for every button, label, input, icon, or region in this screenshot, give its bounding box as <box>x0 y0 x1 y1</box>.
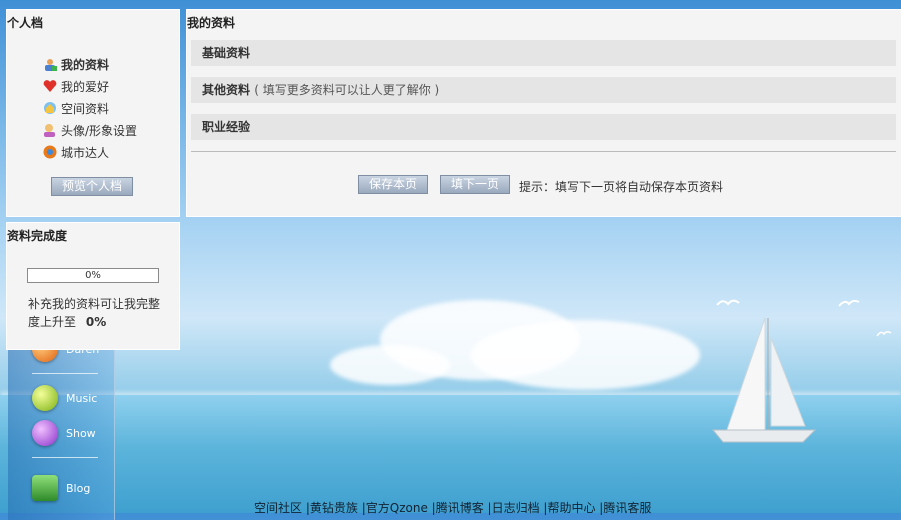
profile-menu: 我的资料 我的爱好 空间资料 头像/形象设置 城市达人 <box>43 53 137 163</box>
menu-item-my-hobbies[interactable]: 我的爱好 <box>43 75 137 97</box>
menu-item-avatar-settings[interactable]: 头像/形象设置 <box>43 119 137 141</box>
section-note: ( 填写更多资料可以让人更了解你 ) <box>254 83 440 97</box>
cloud <box>330 345 450 385</box>
seagull-icon <box>876 330 892 337</box>
music-icon <box>32 385 58 411</box>
dock-item-label: Show <box>66 426 96 440</box>
completion-percent: 0% <box>85 270 101 281</box>
dock-item-label: Blog <box>66 481 91 495</box>
save-hint: 提示：填写下一页将自动保存本页资料 <box>519 180 724 194</box>
profile-completion-panel: 资料完成度 0% 补充我的资料可让我完整度上升至 0% <box>6 222 180 350</box>
profile-panel-title: 个人档 <box>7 16 44 30</box>
menu-item-label: 城市达人 <box>61 145 110 160</box>
preview-profile-button[interactable]: 预览个人档 <box>51 177 133 196</box>
menu-item-label: 我的资料 <box>61 57 110 72</box>
menu-item-label: 头像/形象设置 <box>61 123 138 138</box>
space-icon <box>43 101 57 115</box>
user-profile-icon <box>43 57 57 71</box>
section-label: 其他资料 <box>202 83 251 97</box>
section-career[interactable]: 职业经验 <box>191 114 896 140</box>
cloud <box>470 320 700 390</box>
section-label: 基础资料 <box>202 46 251 60</box>
completion-description: 补充我的资料可让我完整度上升至 0% <box>28 295 168 331</box>
divider <box>191 151 896 152</box>
dock-item-label: Music <box>66 391 98 405</box>
menu-item-label: 我的爱好 <box>61 79 110 94</box>
city-icon <box>43 145 57 159</box>
app-dock: Daren Music Show Blog <box>8 330 115 520</box>
completion-title: 资料完成度 <box>7 229 68 243</box>
menu-item-label: 空间资料 <box>61 101 110 116</box>
my-profile-panel: 我的资料 基础资料 其他资料 ( 填写更多资料可以让人更了解你 ) 职业经验 保… <box>186 9 901 217</box>
seagull-icon <box>716 299 740 306</box>
heart-icon <box>43 79 57 93</box>
menu-item-my-profile[interactable]: 我的资料 <box>43 53 137 75</box>
dock-divider <box>32 373 98 374</box>
completion-desc-value: 0% <box>85 315 107 329</box>
save-page-button[interactable]: 保存本页 <box>358 175 428 194</box>
page-title: 我的资料 <box>187 16 236 30</box>
dock-item-blog[interactable]: Blog <box>32 475 90 501</box>
dock-divider <box>32 457 98 458</box>
show-icon <box>32 420 58 446</box>
section-label: 职业经验 <box>202 120 251 134</box>
footer-links: 空间社区 |黄钻贵族 |官方Qzone |腾讯博客 |日志归档 |帮助中心 |腾… <box>254 499 651 516</box>
avatar-icon <box>43 123 57 137</box>
completion-progress-bar: 0% <box>27 268 159 283</box>
dock-item-music[interactable]: Music <box>32 385 97 411</box>
menu-item-city-expert[interactable]: 城市达人 <box>43 141 137 163</box>
section-basic-info[interactable]: 基础资料 <box>191 40 896 66</box>
blog-icon <box>32 475 58 501</box>
section-other-info[interactable]: 其他资料 ( 填写更多资料可以让人更了解你 ) <box>191 77 896 103</box>
next-page-button[interactable]: 填下一页 <box>440 175 510 194</box>
profile-panel: 个人档 我的资料 我的爱好 空间资料 头像/形象设置 城市达人 预览个人档 <box>6 9 180 217</box>
seagull-icon <box>838 299 860 307</box>
menu-item-space-profile[interactable]: 空间资料 <box>43 97 137 119</box>
dock-item-show[interactable]: Show <box>32 420 96 446</box>
sailboat-image <box>711 318 817 443</box>
